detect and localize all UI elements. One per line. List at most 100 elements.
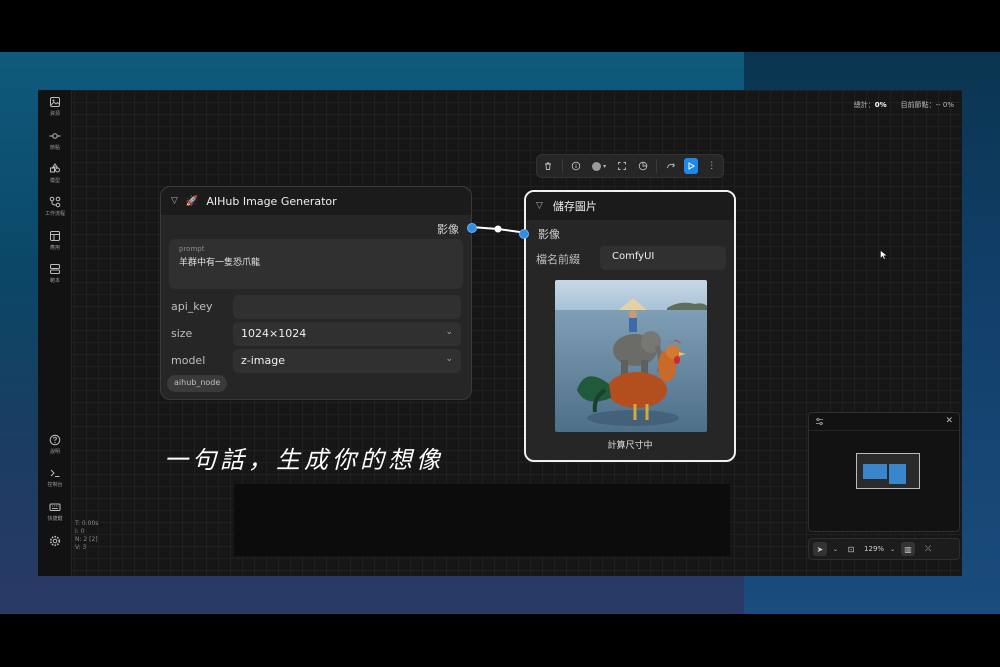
minimap-viewport[interactable] <box>856 453 920 489</box>
chevron-down-icon: ▾ <box>603 162 607 170</box>
sidebar-item-workflows[interactable]: 工作流程 <box>38 196 72 217</box>
model-row: model z-image ⌄ <box>169 349 463 373</box>
chevron-down-icon[interactable]: ▽ <box>171 196 178 206</box>
model-label: model <box>171 354 206 367</box>
run-button[interactable] <box>683 158 699 174</box>
help-icon <box>49 434 61 446</box>
pointer-icon: ➤ <box>816 544 824 554</box>
close-icon[interactable]: ✕ <box>945 416 953 426</box>
progress-status: 總計：0% 目前節點：-- 0% <box>854 100 954 110</box>
template-icon <box>49 263 61 275</box>
model-icon <box>49 163 61 175</box>
input-port[interactable] <box>519 229 529 239</box>
filename-prefix-input[interactable]: ComfyUI <box>600 246 726 270</box>
api-key-row: api_key <box>169 295 463 319</box>
node-title: AIHub Image Generator <box>206 194 337 208</box>
sidebar-item-label: 應用 <box>49 245 60 251</box>
toolbar-divider <box>561 159 563 173</box>
canvas-controls: ➤ ⌄ ⊡ 129% ⌄ ▥ ⤫ <box>808 538 960 560</box>
sidebar-item-apps[interactable]: 應用 <box>38 230 72 251</box>
bypass-button[interactable] <box>636 158 651 174</box>
workflow-icon <box>49 196 61 208</box>
node-header[interactable]: ▽ 儲存圖片 <box>526 192 734 220</box>
input-label: 影像 <box>538 228 560 241</box>
sidebar-item-console[interactable]: 控制台 <box>38 467 72 488</box>
delete-button[interactable] <box>541 158 556 174</box>
total-progress: 總計：0% <box>853 101 887 109</box>
sidebar-item-settings[interactable] <box>38 535 72 549</box>
prompt-value: 羊群中有一隻恐爪龍 <box>179 258 261 268</box>
size-value: 1024×1024 <box>241 327 307 340</box>
sidebar-item-label: 節點 <box>49 145 60 151</box>
sidebar-item-label: 控制台 <box>47 482 63 488</box>
settings-icon <box>49 535 61 547</box>
unlink-icon: ⤫ <box>924 544 932 553</box>
size-row: size 1024×1024 ⌄ <box>169 322 463 346</box>
output-label: 影像 <box>437 223 459 236</box>
minimap-panel[interactable]: ✕ <box>808 412 960 532</box>
minimap-node <box>863 464 887 479</box>
prompt-label: prompt <box>179 245 205 253</box>
model-value: z-image <box>241 354 286 367</box>
redo-icon <box>666 163 675 169</box>
sidebar-item-label: 模型 <box>49 178 60 184</box>
stat-time: T: 0.00s <box>75 520 99 527</box>
link-visibility-button[interactable]: ⤫ <box>921 542 935 556</box>
node-save-image[interactable]: ▽ 儲存圖片 影像 檔名前綴 ComfyUI 計算尺寸中 <box>519 190 736 462</box>
sidebar-item-label: 快捷鍵 <box>47 516 63 522</box>
node-aihub-image-generator[interactable]: ▽ 🚀 AIHub Image Generator 影像 prompt 羊群中有… <box>160 186 477 400</box>
sidebar-item-shortcuts[interactable]: 快捷鍵 <box>38 501 72 522</box>
app-icon <box>49 230 61 242</box>
api-key-input[interactable] <box>233 295 461 319</box>
image-preview[interactable] <box>555 280 707 432</box>
chevron-down-icon[interactable]: ⌄ <box>833 546 838 553</box>
chevron-down-icon[interactable]: ▽ <box>536 201 543 211</box>
sidebar-item-label: 工作流程 <box>44 211 65 217</box>
node-header[interactable]: ▽ 🚀 AIHub Image Generator <box>161 187 471 215</box>
selection-toolbar: ▾ ⋮ <box>536 154 724 178</box>
output-port[interactable] <box>467 223 477 233</box>
link-midpoint <box>494 225 502 233</box>
chevron-down-icon[interactable]: ⌄ <box>890 546 895 553</box>
color-picker-button[interactable]: ▾ <box>589 158 609 174</box>
sidebar-item-label: 資源 <box>49 111 60 117</box>
generated-image <box>555 280 707 432</box>
fit-button[interactable] <box>615 158 630 174</box>
node-icon <box>49 130 61 142</box>
sidebar-item-label: 說明 <box>49 449 60 455</box>
focus-icon: ⊡ <box>847 544 855 554</box>
image-status-caption: 計算尺寸中 <box>607 441 653 451</box>
zoom-level[interactable]: 129% <box>864 545 884 553</box>
info-icon <box>571 161 581 171</box>
model-select[interactable]: z-image ⌄ <box>233 349 461 373</box>
filename-prefix-label: 檔名前綴 <box>536 253 580 266</box>
toolbar-divider <box>656 159 658 173</box>
dark-overlay-strip <box>234 484 730 556</box>
sidebar-item-help[interactable]: 說明 <box>38 434 72 455</box>
sliders-icon[interactable] <box>815 417 824 426</box>
more-vertical-icon: ⋮ <box>707 161 717 171</box>
redo-button[interactable] <box>663 158 678 174</box>
video-subtitle: 一句話，生成你的想像 <box>164 446 444 474</box>
more-button[interactable]: ⋮ <box>704 158 719 174</box>
chevron-down-icon: ⌄ <box>445 354 453 364</box>
chevron-down-icon: ⌄ <box>445 327 453 337</box>
execution-stats: T: 0.00s I: 0 N: 2 [2] V: 3 <box>75 520 98 552</box>
prompt-input[interactable]: prompt 羊群中有一隻恐爪龍 <box>169 239 463 289</box>
sidebar-item-models[interactable]: 模型 <box>38 163 72 184</box>
node-title: 儲存圖片 <box>552 200 597 213</box>
play-icon <box>688 162 696 170</box>
color-swatch <box>592 161 602 171</box>
api-key-label: api_key <box>171 300 213 313</box>
mouse-cursor-icon <box>880 250 888 260</box>
size-select[interactable]: 1024×1024 ⌄ <box>233 322 461 346</box>
minimap-toggle-button[interactable]: ▥ <box>901 542 916 556</box>
sidebar-item-templates[interactable]: 範本 <box>38 263 72 284</box>
sidebar-item-nodes[interactable]: 節點 <box>38 130 72 151</box>
info-button[interactable] <box>569 158 584 174</box>
pie-icon <box>638 161 648 171</box>
select-tool-button[interactable]: ➤ <box>813 542 827 556</box>
sidebar-item-assets[interactable]: 資源 <box>38 96 72 117</box>
sidebar-item-label: 範本 <box>49 278 60 284</box>
fit-view-button[interactable]: ⊡ <box>844 542 858 556</box>
